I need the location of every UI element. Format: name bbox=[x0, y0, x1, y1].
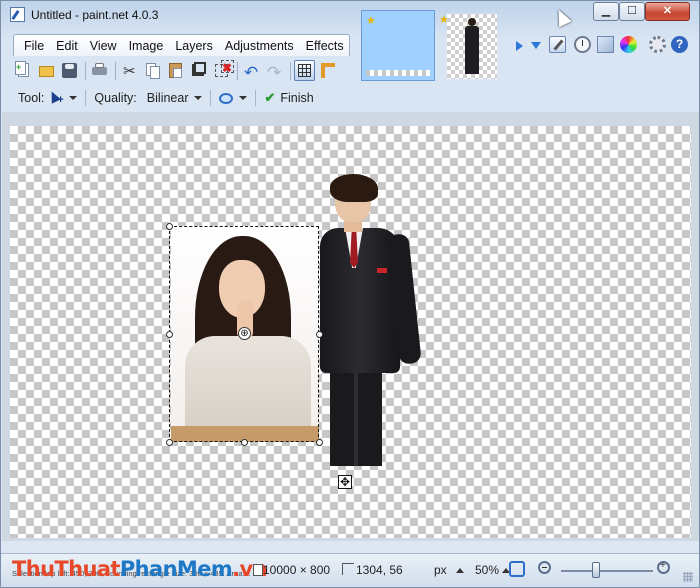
quality-dropdown-arrow-icon[interactable] bbox=[194, 96, 203, 100]
options-separator bbox=[255, 90, 257, 106]
units-select[interactable]: px bbox=[434, 563, 447, 577]
paint-net-window: Untitled - paint.net 4.0.3 ▁ ☐ ✕ File Ed… bbox=[0, 0, 700, 588]
paste-icon[interactable] bbox=[165, 60, 186, 81]
new-icon[interactable]: + bbox=[13, 60, 34, 81]
paint-net-app-icon[interactable] bbox=[10, 7, 25, 22]
deselect-icon[interactable]: ✖ bbox=[211, 60, 234, 81]
options-separator bbox=[85, 90, 87, 106]
image-size-icon bbox=[253, 564, 263, 576]
finish-button[interactable]: Finish bbox=[280, 91, 313, 105]
menu-edit[interactable]: Edit bbox=[50, 39, 84, 53]
toolbar-separator bbox=[115, 61, 116, 80]
status-bar: Selection top left: 450, 200. Bounding r… bbox=[1, 553, 699, 587]
menu-layers[interactable]: Layers bbox=[169, 39, 219, 53]
toolbar-separator bbox=[85, 61, 86, 80]
copy-icon[interactable] bbox=[142, 60, 163, 81]
colors-icon[interactable] bbox=[620, 36, 637, 53]
layers-icon[interactable] bbox=[597, 36, 614, 53]
move-cursor-icon: ✥ bbox=[338, 475, 352, 489]
resize-handle[interactable] bbox=[166, 331, 173, 338]
menu-bar: File Edit View Image Layers Adjustments … bbox=[13, 34, 350, 56]
minimize-button[interactable]: ▁ bbox=[593, 2, 619, 21]
image-thumbnail-untitled[interactable]: ★ bbox=[361, 10, 435, 81]
window-title: Untitled - paint.net 4.0.3 bbox=[31, 8, 159, 22]
settings-icon[interactable] bbox=[649, 36, 666, 53]
image-thumbnail-second[interactable] bbox=[447, 14, 497, 79]
menu-image[interactable]: Image bbox=[123, 39, 170, 53]
tool-label: Tool: bbox=[18, 91, 45, 105]
menu-view[interactable]: View bbox=[84, 39, 123, 53]
history-icon[interactable] bbox=[574, 36, 591, 53]
ruler-icon[interactable] bbox=[317, 60, 338, 81]
cut-icon[interactable]: ✂ bbox=[119, 60, 140, 81]
print-icon[interactable] bbox=[89, 60, 110, 81]
zoom-slider[interactable] bbox=[561, 570, 653, 572]
arrow-down-icon[interactable] bbox=[531, 42, 541, 49]
zoom-out-icon[interactable] bbox=[538, 561, 551, 574]
selection-mode-icon[interactable] bbox=[219, 92, 234, 104]
undo-icon[interactable]: ↶ bbox=[241, 60, 262, 82]
image-size-text: 10000 × 800 bbox=[263, 563, 331, 577]
toolbar-separator bbox=[237, 61, 238, 80]
resize-handle[interactable] bbox=[241, 439, 248, 446]
resize-handle[interactable] bbox=[316, 439, 323, 446]
save-icon[interactable] bbox=[59, 60, 80, 81]
arrow-right-icon[interactable] bbox=[516, 41, 523, 51]
main-toolbar: + ✂ ✖ ↶ ↷ bbox=[10, 57, 352, 84]
title-bar: Untitled - paint.net 4.0.3 ▁ ☐ ✕ bbox=[1, 1, 699, 29]
maximize-button[interactable]: ☐ bbox=[619, 2, 645, 21]
man-in-suit-image bbox=[315, 174, 425, 466]
units-dropdown-arrow-icon[interactable] bbox=[456, 568, 464, 573]
quality-label: Quality: bbox=[94, 91, 137, 105]
resize-handle[interactable] bbox=[166, 439, 173, 446]
cursor-position-text: 1304, 56 bbox=[356, 563, 403, 577]
selection-mode-dropdown-arrow-icon[interactable] bbox=[239, 96, 248, 100]
help-icon[interactable]: ? bbox=[671, 36, 688, 53]
crop-icon[interactable] bbox=[188, 60, 209, 81]
resize-grip-icon[interactable] bbox=[683, 572, 693, 582]
move-selected-tool-icon[interactable] bbox=[49, 91, 63, 106]
zoom-in-icon[interactable] bbox=[657, 560, 670, 574]
watermark-logo: ThuThuatPhanMem.vn bbox=[12, 557, 268, 581]
open-icon[interactable] bbox=[36, 60, 57, 81]
finish-check-icon[interactable]: ✔ bbox=[264, 90, 275, 106]
grid-icon[interactable] bbox=[294, 60, 315, 81]
resize-handle[interactable] bbox=[316, 331, 323, 338]
tool-options-bar: Tool: Quality: Bilinear ✔ Finish bbox=[1, 86, 699, 110]
toolbar-separator bbox=[290, 61, 291, 80]
thumbnail-person bbox=[465, 18, 479, 76]
zoom-select[interactable]: 50% bbox=[475, 563, 499, 577]
close-button[interactable]: ✕ bbox=[645, 2, 690, 21]
tools-icon[interactable] bbox=[549, 36, 566, 53]
menu-adjustments[interactable]: Adjustments bbox=[219, 39, 300, 53]
zoom-to-window-icon[interactable] bbox=[509, 561, 525, 577]
menu-effects[interactable]: Effects bbox=[300, 39, 350, 53]
resize-handle[interactable] bbox=[166, 223, 173, 230]
move-handle-icon[interactable]: ⊕ bbox=[238, 327, 251, 340]
thumbnail-preview bbox=[366, 70, 430, 76]
unsaved-star-icon: ★ bbox=[366, 15, 376, 27]
tool-dropdown-arrow-icon[interactable] bbox=[69, 96, 78, 100]
zoom-slider-thumb[interactable] bbox=[592, 562, 600, 578]
cursor-position-icon bbox=[342, 563, 354, 575]
quality-select[interactable]: Bilinear bbox=[147, 91, 189, 105]
options-separator bbox=[210, 90, 212, 106]
menu-file[interactable]: File bbox=[18, 39, 50, 53]
redo-icon[interactable]: ↷ bbox=[264, 60, 285, 82]
